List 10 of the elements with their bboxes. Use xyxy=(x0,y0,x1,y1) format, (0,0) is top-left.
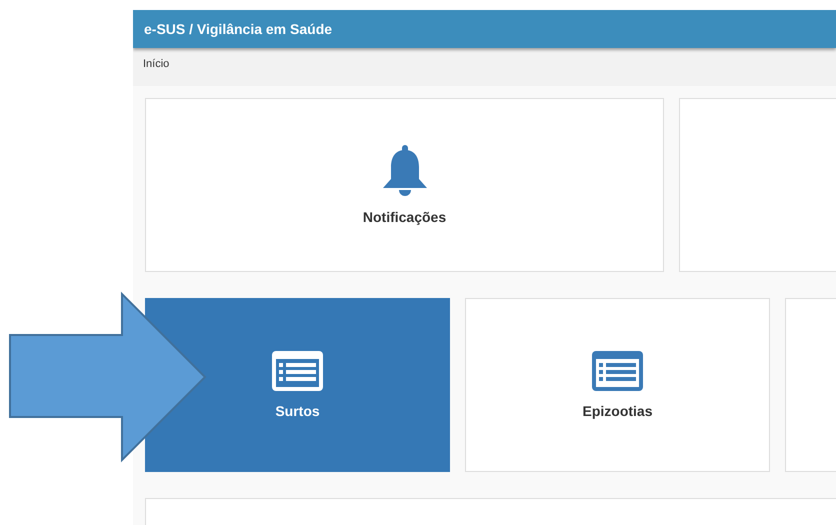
list-icon xyxy=(272,351,323,391)
breadcrumb-link[interactable]: Início xyxy=(143,58,170,70)
menu-tile[interactable]: Notificações xyxy=(145,98,664,272)
menu-tile[interactable]: Epizootias xyxy=(465,298,770,472)
tile-label: Notificações xyxy=(362,209,446,225)
app-title: e-SUS / Vigilância em Saúde xyxy=(144,21,332,37)
tile-label: Epizootias xyxy=(582,403,652,419)
list-icon xyxy=(592,351,643,391)
menu-tile[interactable]: Surtos xyxy=(145,298,450,472)
tile-label: Surtos xyxy=(275,403,320,419)
